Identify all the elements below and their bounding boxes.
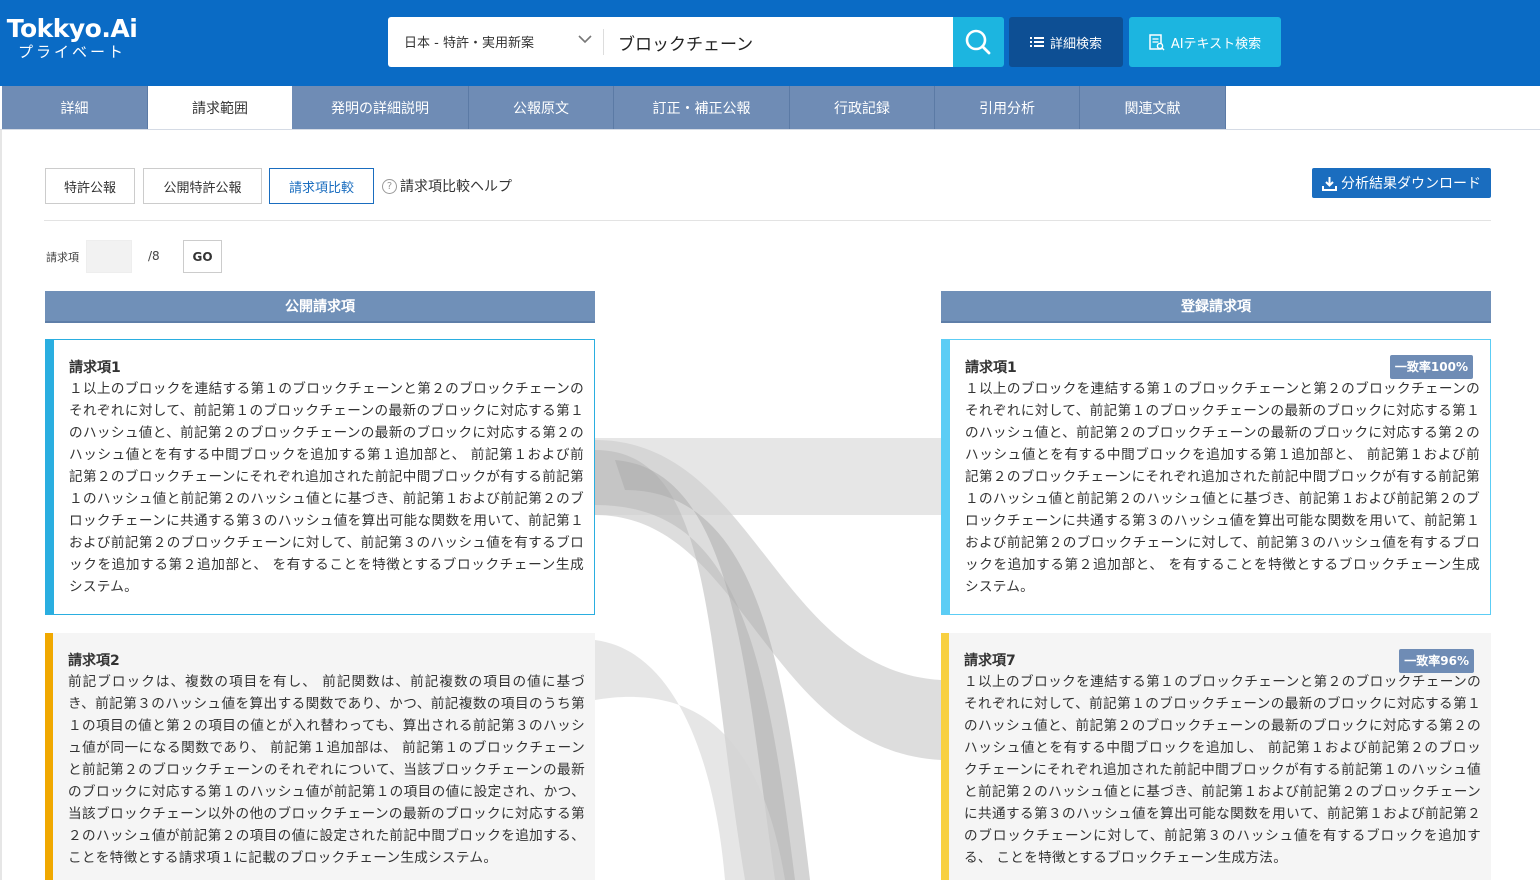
search-button[interactable] — [953, 17, 1004, 67]
tab-administrative-record[interactable]: 行政記録 — [790, 86, 935, 130]
tab-underline — [0, 129, 1540, 130]
claim-text: １以上のブロックを連結する第１のブロックチェーンと第２のブロックチェーンのそれぞ… — [69, 381, 584, 595]
advanced-search-label: 詳細検索 — [1049, 36, 1102, 52]
match-rate-badge: 一致率100% — [1389, 355, 1473, 379]
claim-correspondence-flows — [595, 438, 941, 880]
claim-color-bar — [45, 633, 53, 880]
search-icon — [965, 29, 991, 55]
logo-wordmark: Tokkyo.Ai — [6, 14, 138, 43]
claim-color-bar — [941, 633, 949, 880]
chevron-down-icon[interactable] — [578, 33, 592, 47]
registered-claim-card-7[interactable]: 一致率96% 請求項7 １以上のブロックを連結する第１のブロックチェーンと第２の… — [941, 633, 1491, 880]
claim-text: １以上のブロックを連結する第１のブロックチェーンと第２のブロックチェーンのそれぞ… — [965, 381, 1480, 595]
tab-description[interactable]: 発明の詳細説明 — [292, 86, 469, 130]
ai-text-search-label: AIテキスト検索 — [1170, 36, 1262, 52]
search-scope-select[interactable]: 日本 - 特許・実用新案 — [404, 32, 534, 51]
claim-text: １以上のブロックを連結する第１のブロックチェーンと第２のブロックチェーンのそれぞ… — [964, 674, 1481, 866]
tab-bar: 詳細 請求範囲 発明の詳細説明 公報原文 訂正・補正公報 行政記録 引用分析 関… — [2, 86, 1226, 130]
search-box: 日本 - 特許・実用新案 — [388, 17, 953, 67]
download-results-button[interactable]: 分析結果ダウンロード — [1312, 168, 1491, 198]
ai-text-search-button[interactable]: AIテキスト検索 — [1129, 17, 1281, 67]
document-search-icon — [1149, 33, 1165, 51]
logo[interactable]: Tokkyo.Ai プライベート — [2, 14, 142, 62]
tab-correction-gazette[interactable]: 訂正・補正公報 — [614, 86, 790, 130]
section-divider — [44, 220, 1491, 221]
published-claim-card-2[interactable]: 請求項2 前記ブロックは、複数の項目を有し、 前記関数は、前記複数の項目の値に基… — [45, 633, 595, 880]
subtab-published-gazette[interactable]: 公開特許公報 — [143, 168, 262, 204]
tab-original-gazette[interactable]: 公報原文 — [469, 86, 614, 130]
tab-claims[interactable]: 請求範囲 — [148, 86, 292, 130]
tab-details[interactable]: 詳細 — [2, 86, 148, 130]
top-bar: Tokkyo.Ai プライベート 日本 - 特許・実用新案 詳細検索 — [0, 0, 1540, 86]
claim-number-label: 請求項 — [46, 251, 79, 264]
published-claim-card-1[interactable]: 請求項1 １以上のブロックを連結する第１のブロックチェーンと第２のブロックチェー… — [45, 339, 595, 615]
claim-number-input[interactable] — [86, 240, 132, 273]
registered-claim-card-1[interactable]: 一致率100% 請求項1 １以上のブロックを連結する第１のブロックチェーンと第２… — [941, 339, 1491, 615]
claim-comparison-help-link[interactable]: ? 請求項比較ヘルプ — [382, 176, 512, 196]
tab-bar-filler — [1226, 86, 1540, 130]
help-label: 請求項比較ヘルプ — [400, 179, 512, 195]
download-icon — [1322, 176, 1337, 191]
logo-subtitle: プライベート — [17, 43, 126, 61]
subtab-claim-comparison[interactable]: 請求項比較 — [269, 168, 374, 204]
help-icon: ? — [382, 178, 397, 194]
search-divider — [603, 29, 604, 55]
published-claims-header: 公開請求項 — [45, 291, 595, 323]
claim-text: 前記ブロックは、複数の項目を有し、 前記関数は、前記複数の項目の値に基づき、前記… — [68, 674, 585, 866]
download-label: 分析結果ダウンロード — [1341, 176, 1481, 192]
tab-related-documents[interactable]: 関連文献 — [1080, 86, 1226, 130]
content-border — [0, 130, 2, 880]
go-button[interactable]: GO — [183, 240, 222, 273]
claim-color-bar — [942, 340, 950, 614]
search-input[interactable] — [618, 29, 938, 55]
subtab-patent-gazette[interactable]: 特許公報 — [45, 168, 135, 204]
match-rate-badge: 一致率96% — [1399, 649, 1474, 673]
claim-total-count: /8 — [148, 249, 160, 263]
registered-claims-header: 登録請求項 — [941, 291, 1491, 323]
claim-title: 請求項2 — [68, 653, 120, 669]
claim-title: 請求項1 — [69, 360, 121, 376]
tab-citation-analysis[interactable]: 引用分析 — [935, 86, 1080, 130]
advanced-search-button[interactable]: 詳細検索 — [1009, 17, 1123, 67]
claim-color-bar — [46, 340, 54, 614]
list-icon — [1029, 37, 1044, 47]
